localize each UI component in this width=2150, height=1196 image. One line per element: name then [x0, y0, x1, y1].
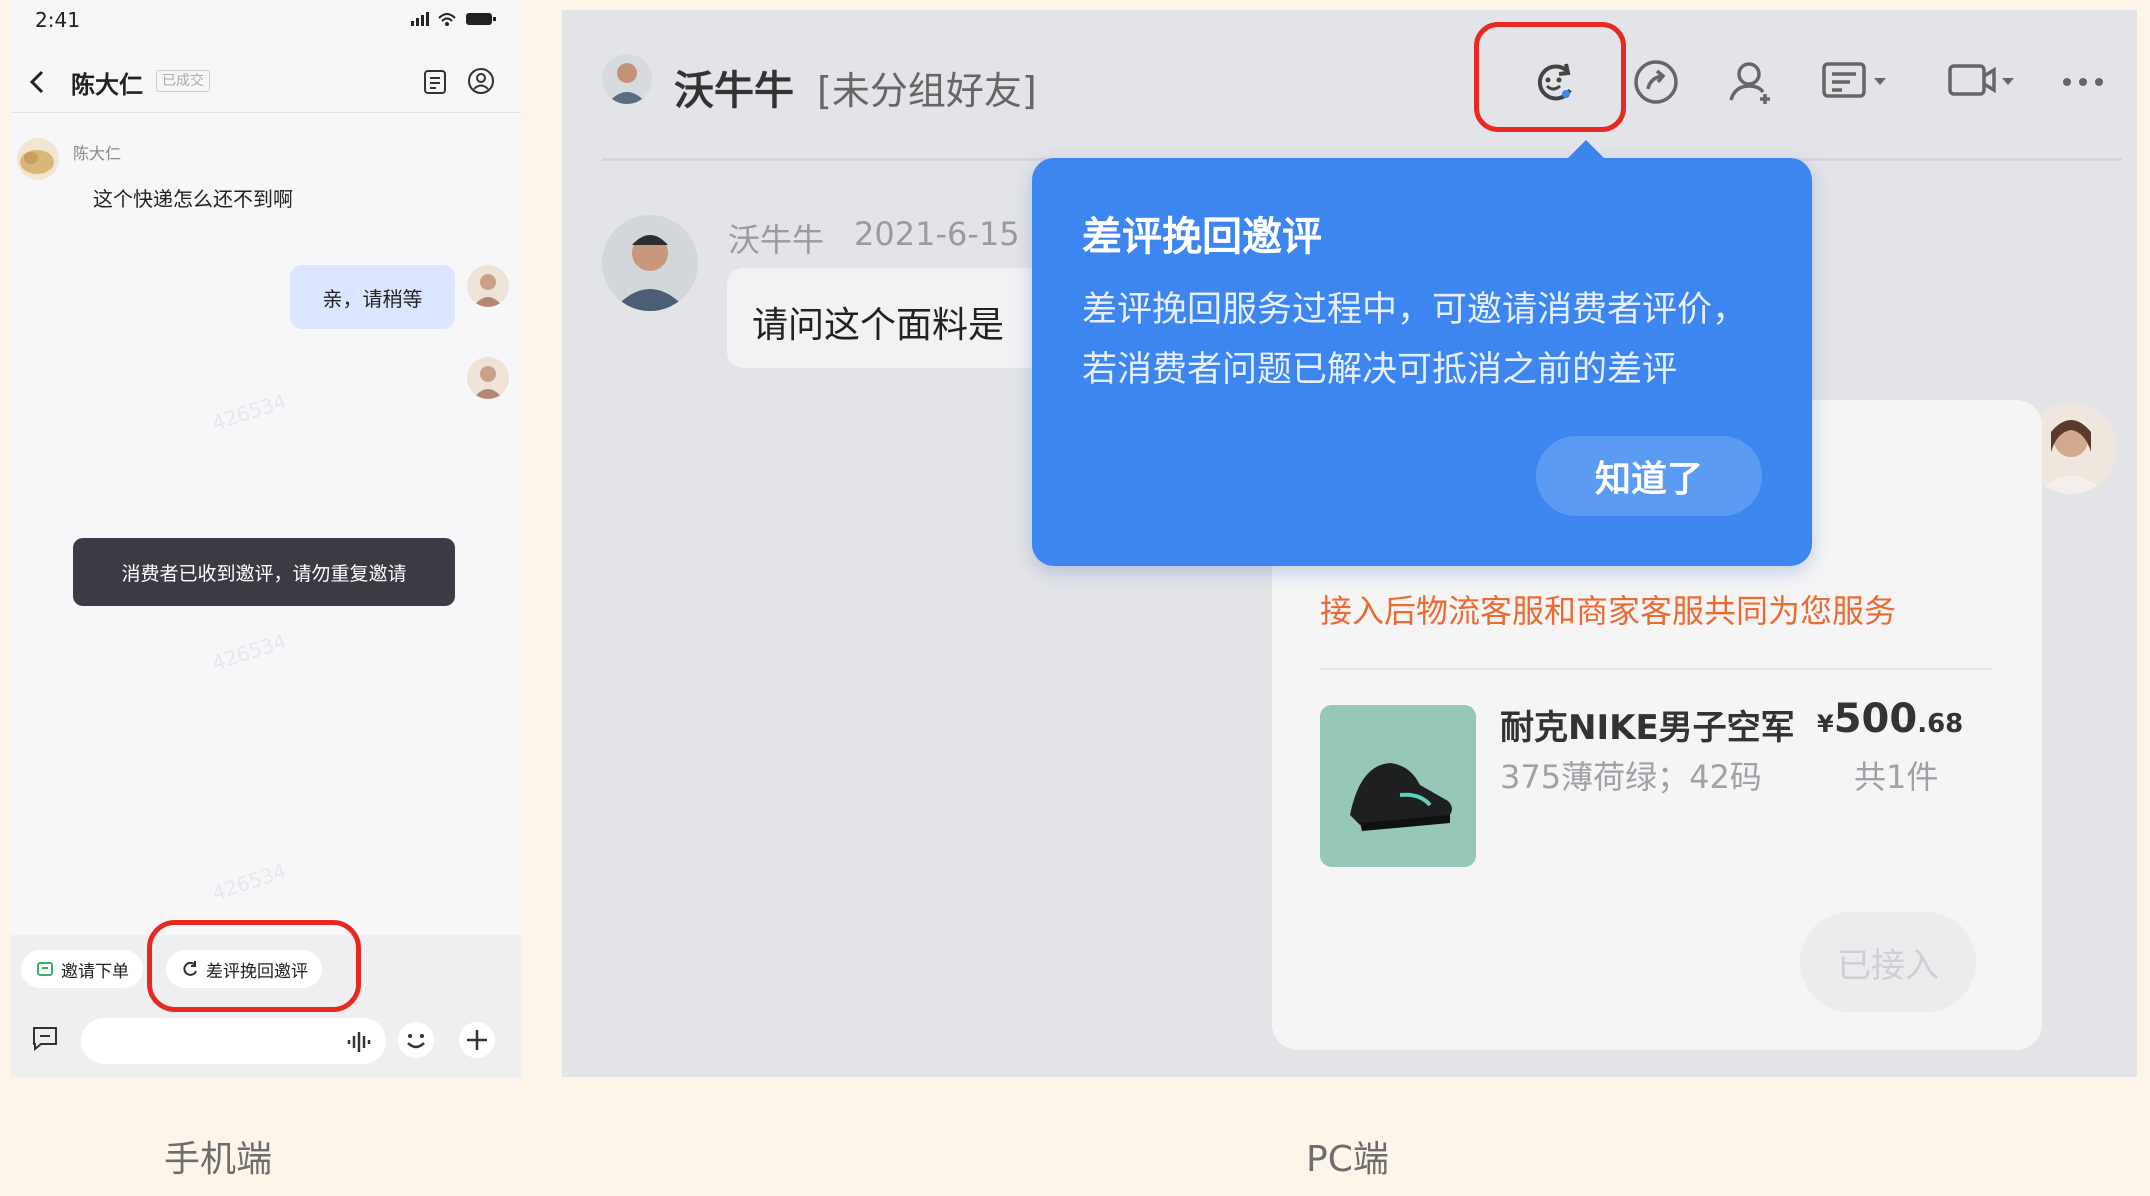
contact-name: 陈大仁 — [71, 71, 143, 99]
voice-icon[interactable] — [346, 1030, 372, 1054]
outgoing-message: 亲，请稍等 — [290, 265, 455, 329]
invite-order-chip[interactable]: 邀请下单 — [21, 950, 143, 988]
connected-button-label: 已接入 — [1837, 945, 1939, 986]
incoming-message: 这个快递怎么还不到啊 — [93, 187, 293, 211]
contact-avatar — [602, 54, 652, 104]
add-contact-icon[interactable] — [1725, 56, 1777, 108]
quick-phrase-icon[interactable] — [29, 1022, 61, 1054]
deal-status-badge: 已成交 — [156, 70, 210, 92]
more-icon[interactable] — [2057, 56, 2109, 108]
invite-order-icon — [37, 962, 53, 976]
product-quantity: 共1件 — [1854, 758, 1939, 796]
mobile-screenshot: 2:41 陈大仁 已成交 陈大仁 这个快递怎么还不到啊 亲，请稍等 426534 — [11, 0, 521, 1077]
guide-popover: 差评挽回邀评 差评挽回服务过程中，可邀请消费者评价，若消费者问题已解决可抵消之前… — [1032, 158, 1812, 566]
contact-group: [未分组好友] — [817, 69, 1037, 113]
product-name: 耐克NIKE男子空军 — [1500, 708, 1795, 748]
pc-caption: PC端 — [1306, 1139, 1389, 1180]
order-list-icon[interactable] — [421, 68, 449, 96]
plus-icon[interactable] — [457, 1020, 497, 1060]
got-it-label: 知道了 — [1594, 459, 1703, 500]
watermark: 426534 — [209, 388, 290, 436]
message-sender: 沃牛牛 — [728, 221, 825, 259]
pc-screenshot: 沃牛牛 [未分组好友] 沃牛牛 2021-6-15 请问这个面料是 接入后物流客… — [562, 10, 2137, 1077]
message-time: 2021-6-15 — [854, 215, 1020, 253]
price-integer: 500 — [1833, 696, 1918, 742]
price-currency: ¥ — [1817, 710, 1834, 738]
message-text: 请问这个面料是 — [752, 305, 1005, 346]
popover-arrow — [1566, 140, 1606, 160]
price-decimal: .68 — [1917, 709, 1964, 739]
watermark: 426534 — [209, 628, 290, 676]
message-input[interactable] — [81, 1018, 386, 1064]
status-icons — [411, 10, 501, 28]
agent-avatar — [467, 357, 509, 399]
got-it-button[interactable]: 知道了 — [1536, 436, 1762, 516]
toast-message: 消费者已收到邀评，请勿重复邀请 — [73, 538, 455, 606]
customer-avatar — [17, 138, 59, 180]
header-divider — [11, 112, 521, 113]
product-price: ¥500.68 — [1817, 696, 1963, 742]
agent-avatar — [467, 265, 509, 307]
customer-avatar — [602, 215, 698, 311]
connected-button[interactable]: 已接入 — [1800, 912, 1976, 1012]
profile-icon[interactable] — [466, 66, 496, 96]
message-sender: 陈大仁 — [73, 144, 122, 163]
highlight-box — [1474, 22, 1626, 132]
popover-body: 差评挽回服务过程中，可邀请消费者评价，若消费者问题已解决可抵消之前的差评 — [1082, 290, 1748, 390]
popover-title: 差评挽回邀评 — [1082, 214, 1322, 260]
chat-header: 陈大仁 已成交 — [11, 52, 521, 112]
toast-text: 消费者已收到邀评，请勿重复邀请 — [121, 562, 407, 585]
quick-reply-icon[interactable] — [1820, 56, 1896, 108]
watermark: 426534 — [209, 858, 290, 906]
video-icon[interactable] — [1946, 56, 2022, 108]
status-time: 2:41 — [35, 8, 80, 32]
outgoing-message-text: 亲，请稍等 — [322, 286, 423, 311]
product-spec: 375薄荷绿；42码 — [1500, 758, 1762, 796]
input-row — [11, 1012, 521, 1072]
phone-caption: 手机端 — [164, 1139, 273, 1180]
share-icon[interactable] — [1630, 56, 1682, 108]
emoji-icon[interactable] — [396, 1020, 436, 1060]
product-image — [1320, 705, 1476, 867]
contact-name: 沃牛牛 — [674, 68, 794, 114]
highlight-ring — [147, 920, 361, 1012]
card-divider — [1320, 668, 1992, 670]
service-note: 接入后物流客服和商家客服共同为您服务 — [1320, 592, 1897, 630]
invite-order-label: 邀请下单 — [61, 961, 129, 982]
back-arrow-icon[interactable] — [25, 66, 49, 98]
